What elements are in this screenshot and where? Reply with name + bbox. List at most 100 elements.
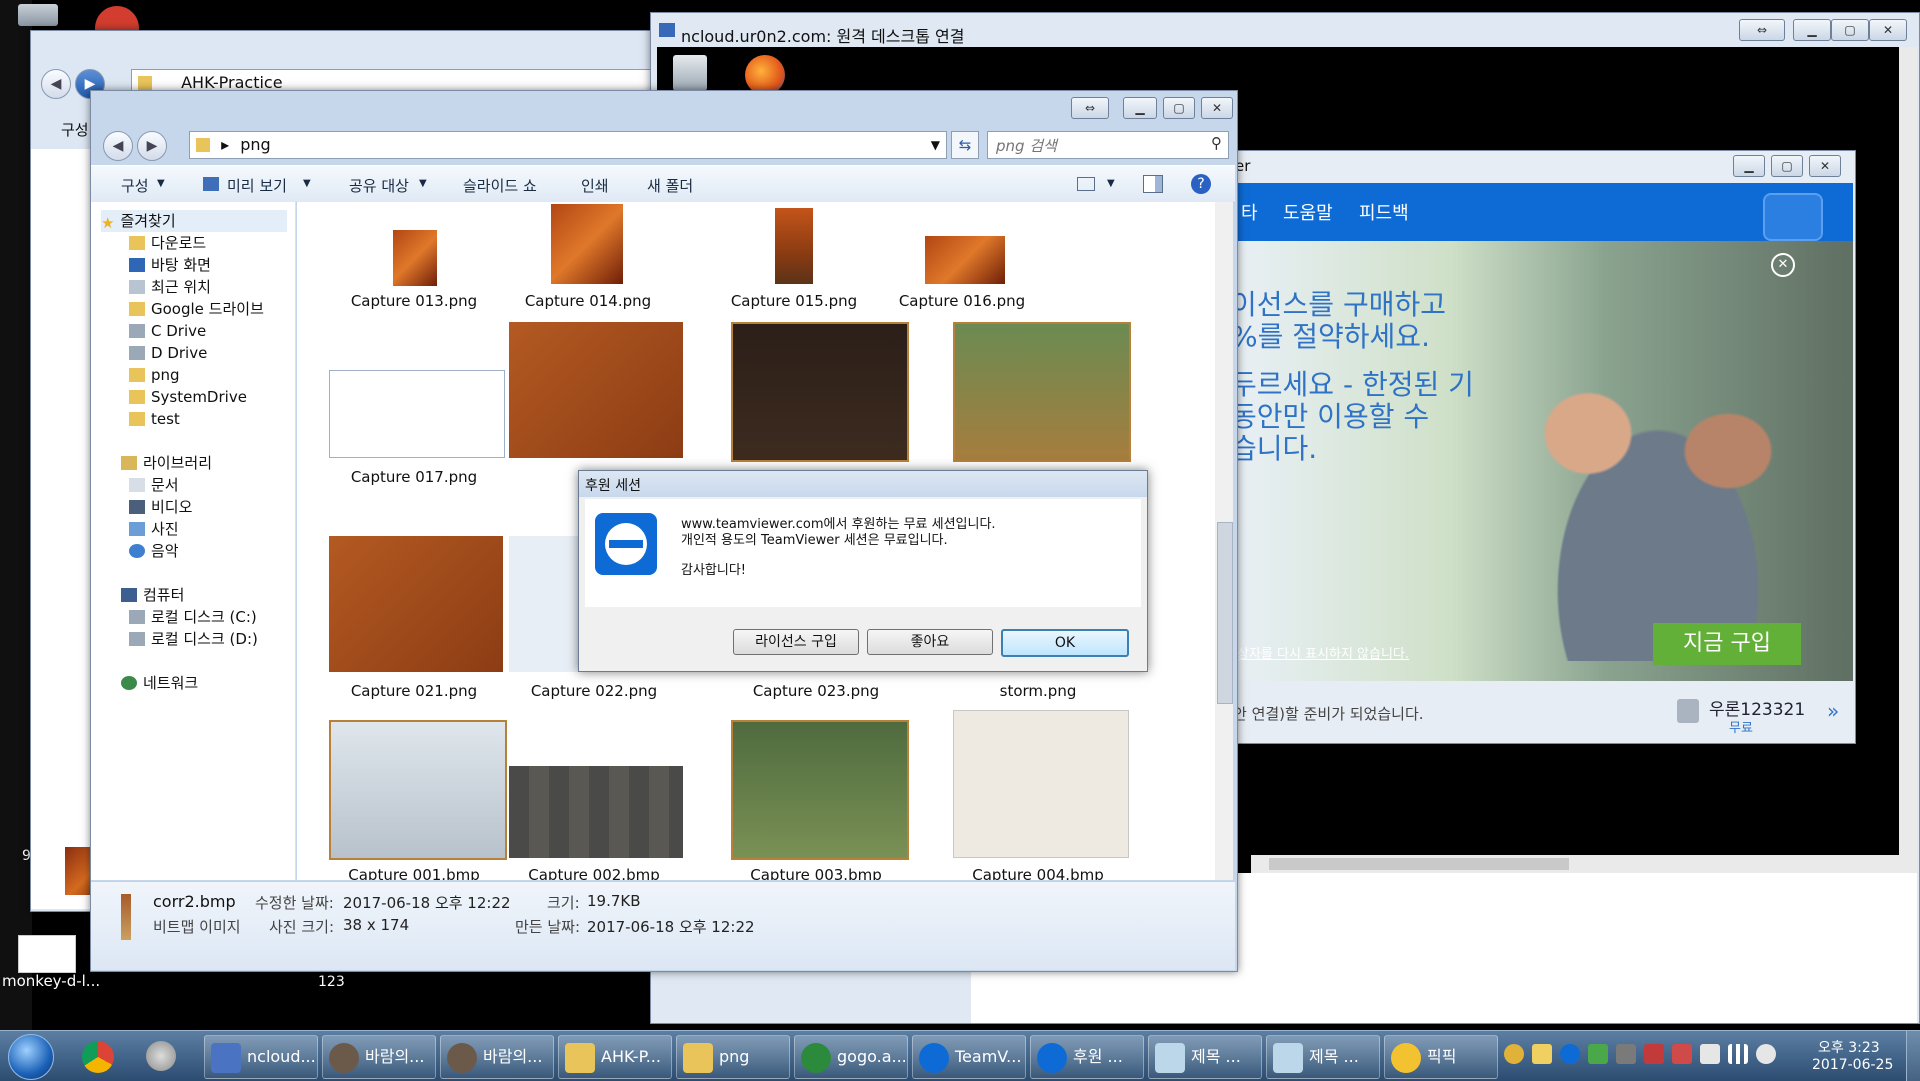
tray-icon-1[interactable] — [1504, 1044, 1524, 1064]
file-thumbnail[interactable] — [329, 720, 507, 860]
file-name[interactable]: Capture 017.png — [329, 468, 499, 486]
preview-dropdown-icon[interactable]: ▼ — [303, 178, 311, 189]
close-button[interactable]: ✕ — [1869, 19, 1907, 41]
volume-icon[interactable] — [1756, 1044, 1776, 1064]
explorer-forward-button[interactable]: ▶ — [137, 131, 167, 161]
file-thumbnail[interactable] — [953, 322, 1131, 462]
back-button[interactable]: ◀ — [41, 69, 71, 99]
refresh-button[interactable]: ⇆ — [951, 131, 979, 159]
file-thumbnail[interactable] — [393, 230, 437, 286]
tray-icon-6[interactable] — [1644, 1044, 1664, 1064]
start-button[interactable] — [8, 1034, 54, 1080]
ok-button[interactable]: OK — [1001, 629, 1129, 657]
tv-menu-etc[interactable]: 타 — [1241, 199, 1258, 225]
explorer-minimize-button[interactable]: ▁ — [1123, 97, 1157, 119]
explorer-restore-icon[interactable]: ⇔ — [1071, 97, 1109, 119]
task-ncloud[interactable]: ncloud... — [204, 1035, 318, 1079]
minimize-button[interactable]: ▁ — [1793, 19, 1831, 41]
file-thumbnail[interactable] — [329, 536, 503, 672]
file-name[interactable]: Capture 013.png — [329, 292, 499, 310]
file-view-scrollbar[interactable] — [1215, 202, 1233, 880]
explorer-back-button[interactable]: ◀ — [103, 131, 133, 161]
nav-item-documents[interactable]: 문서 — [129, 474, 179, 496]
file-name[interactable]: Capture 016.png — [877, 292, 1047, 310]
search-icon[interactable]: ⚲ — [1211, 134, 1222, 152]
address-dropdown-icon[interactable]: ▼ — [931, 132, 940, 158]
view-options-icon[interactable] — [1077, 177, 1095, 191]
task-notepad-2[interactable]: 제목 ... — [1266, 1035, 1380, 1079]
search-input[interactable]: ⚲ — [987, 131, 1229, 159]
nav-libraries[interactable]: 라이브러리 — [121, 452, 212, 474]
task-baram-1[interactable]: 바람의... — [322, 1035, 436, 1079]
tv-close-button[interactable]: ✕ — [1809, 155, 1841, 177]
remote-recycle-icon[interactable] — [673, 55, 707, 91]
explorer-address-bar[interactable]: ▸ png ▼ — [189, 131, 947, 159]
file-thumbnail[interactable] — [329, 370, 505, 458]
buy-license-button[interactable]: 라이선스 구입 — [733, 629, 859, 655]
tray-teamviewer-icon[interactable] — [1560, 1044, 1580, 1064]
preview-pane-icon[interactable] — [1143, 175, 1163, 193]
nav-computer[interactable]: 컴퓨터 — [121, 584, 184, 606]
nav-favorites[interactable]: ★ 즐겨찾기 — [101, 210, 287, 232]
file-thumbnail[interactable] — [953, 710, 1129, 858]
file-thumbnail[interactable] — [925, 236, 1005, 284]
file-name[interactable]: Capture 002.bmp — [509, 866, 679, 880]
nav-item-test[interactable]: test — [129, 408, 180, 430]
like-button[interactable]: 좋아요 — [867, 629, 993, 655]
tray-icon-7[interactable] — [1672, 1044, 1692, 1064]
sponsored-session-dialog[interactable]: 후원 세션 www.teamviewer.com에서 후원하는 무료 세션입니다… — [578, 470, 1148, 672]
remote-scroll-thumb[interactable] — [1269, 858, 1569, 870]
view-dropdown-icon[interactable]: ▼ — [1107, 178, 1115, 189]
desktop-icon-label[interactable]: monkey-d-l... — [2, 972, 100, 990]
file-name[interactable]: Capture 015.png — [709, 292, 879, 310]
restore-icon[interactable]: ⇔ — [1739, 19, 1785, 41]
file-thumbnail[interactable] — [509, 766, 683, 858]
nav-item-google-drive[interactable]: Google 드라이브 — [129, 298, 264, 320]
promo-dont-show-link[interactable]: 상자를 다시 표시하지 않습니다. — [1237, 643, 1409, 662]
file-name[interactable]: storm.png — [953, 682, 1123, 700]
organize-menu[interactable]: 구성 — [121, 175, 149, 196]
explorer-maximize-button[interactable]: ▢ — [1163, 97, 1195, 119]
remote-scrollbar-v[interactable] — [1899, 47, 1917, 873]
nav-item-local-c[interactable]: 로컬 디스크 (C:) — [129, 606, 257, 628]
share-dropdown-icon[interactable]: ▼ — [419, 178, 427, 189]
task-baram-2[interactable]: 바람의... — [440, 1035, 554, 1079]
desktop-file-icon[interactable] — [18, 935, 76, 973]
show-desktop-button[interactable] — [1906, 1031, 1920, 1081]
speaker-taskbar-icon[interactable] — [146, 1041, 176, 1071]
clock-date[interactable]: 2017-06-25 — [1812, 1057, 1893, 1073]
file-name[interactable]: Capture 023.png — [731, 682, 901, 700]
remote-firefox-icon[interactable] — [745, 55, 785, 95]
task-teamviewer[interactable]: TeamV... — [912, 1035, 1026, 1079]
promo-close-icon[interactable]: ✕ — [1771, 253, 1795, 277]
tv-menu-help[interactable]: 도움말 — [1283, 199, 1333, 225]
expand-chevron-icon[interactable]: » — [1827, 699, 1839, 723]
scroll-thumb[interactable] — [1217, 522, 1233, 704]
print-button[interactable]: 인쇄 — [581, 175, 609, 196]
task-gogo[interactable]: gogo.a... — [794, 1035, 908, 1079]
file-name[interactable]: Capture 014.png — [503, 292, 673, 310]
nav-item-videos[interactable]: 비디오 — [129, 496, 192, 518]
tray-icon-4[interactable] — [1588, 1044, 1608, 1064]
tray-icon-2[interactable] — [1532, 1044, 1552, 1064]
menu-organize[interactable]: 구성 — [61, 119, 89, 140]
recycle-bin-icon[interactable] — [18, 4, 58, 26]
help-icon[interactable]: ? — [1191, 174, 1211, 194]
nav-item-c-drive[interactable]: C Drive — [129, 320, 206, 342]
file-thumbnail[interactable] — [775, 208, 813, 284]
tv-maximize-button[interactable]: ▢ — [1771, 155, 1803, 177]
clock-time[interactable]: 오후 3:23 — [1818, 1037, 1880, 1057]
file-thumbnail[interactable] — [731, 322, 909, 462]
task-sponsor[interactable]: 후원 ... — [1030, 1035, 1144, 1079]
explorer-close-button[interactable]: ✕ — [1201, 97, 1233, 119]
maximize-button[interactable]: ▢ — [1831, 19, 1869, 41]
task-picpick[interactable]: 픽픽 — [1384, 1035, 1498, 1079]
buy-now-button[interactable]: 지금 구입 — [1653, 623, 1801, 665]
organize-dropdown-icon[interactable]: ▼ — [157, 178, 165, 189]
task-png[interactable]: png — [676, 1035, 790, 1079]
nav-item-png[interactable]: png — [129, 364, 180, 386]
file-thumbnail[interactable] — [509, 322, 683, 458]
chrome-taskbar-icon[interactable] — [82, 1041, 114, 1073]
task-notepad-1[interactable]: 제목 ... — [1148, 1035, 1262, 1079]
slideshow-button[interactable]: 슬라이드 쇼 — [463, 175, 537, 196]
